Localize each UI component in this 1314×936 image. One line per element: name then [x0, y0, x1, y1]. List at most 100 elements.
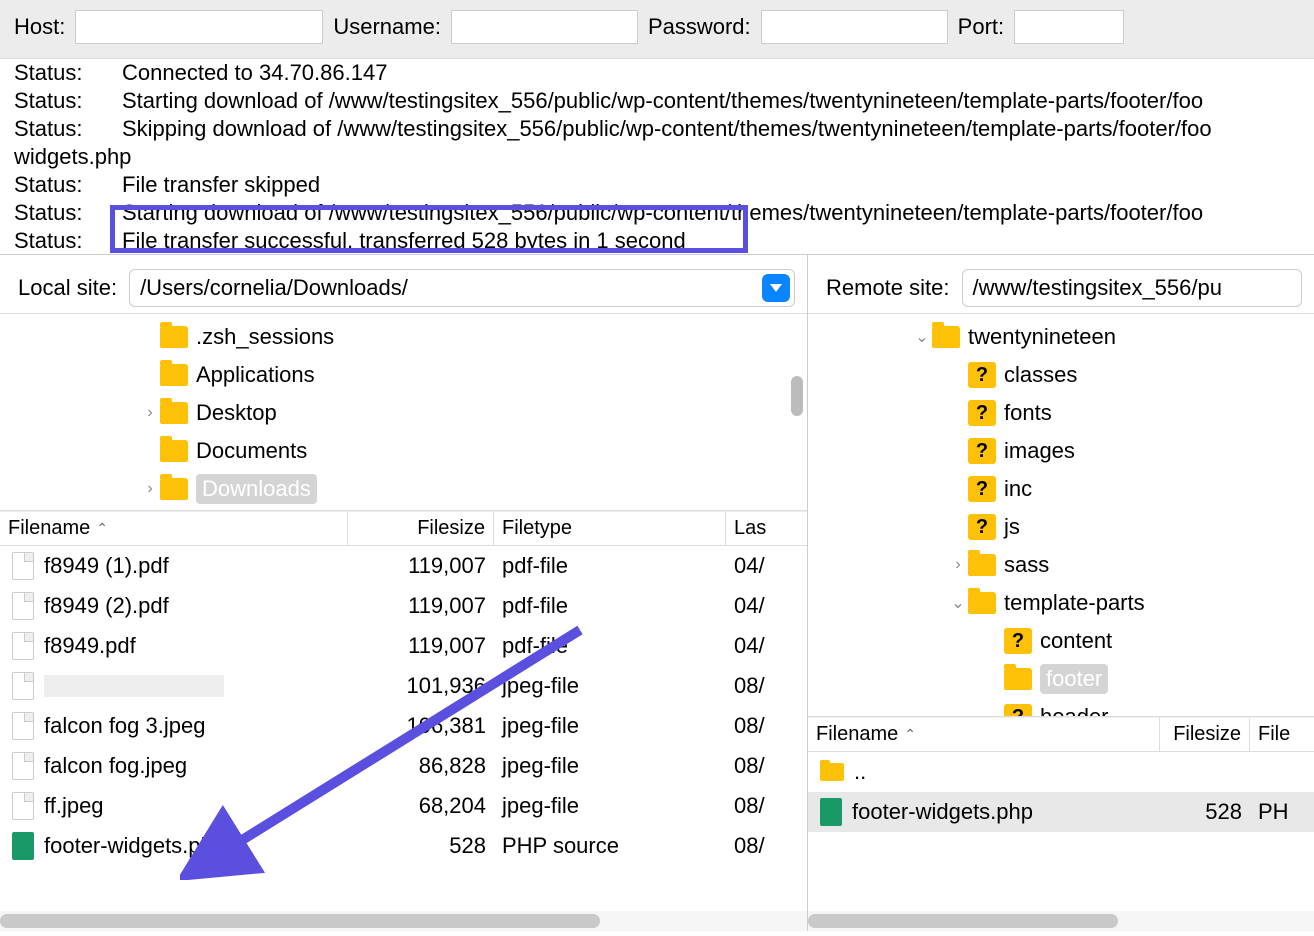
col-filename[interactable]: Filename⌃ — [0, 512, 348, 545]
log-label: Status: — [14, 59, 122, 87]
tree-item[interactable]: ?fonts — [808, 394, 1314, 432]
disclosure-icon[interactable]: › — [140, 480, 160, 498]
local-path-combo[interactable]: /Users/cornelia/Downloads/ — [129, 269, 795, 307]
file-size: 68,204 — [348, 793, 494, 819]
file-row[interactable]: .. — [808, 752, 1314, 792]
local-file-list[interactable]: Filename⌃ Filesize Filetype Las f8949 (1… — [0, 511, 807, 931]
scrollbar-thumb[interactable] — [791, 376, 803, 416]
tree-item[interactable]: Documents — [0, 432, 807, 470]
col-filetype[interactable]: File — [1250, 718, 1314, 751]
password-input[interactable] — [761, 10, 948, 44]
host-input[interactable] — [75, 10, 323, 44]
remote-list-header[interactable]: Filename⌃ Filesize File — [808, 718, 1314, 752]
file-icon — [12, 632, 34, 660]
file-size: 86,828 — [348, 753, 494, 779]
tree-item[interactable]: Applications — [0, 356, 807, 394]
file-type: pdf-file — [494, 593, 726, 619]
folder-icon — [160, 478, 188, 500]
port-input[interactable] — [1014, 10, 1124, 44]
tree-item[interactable]: ?images — [808, 432, 1314, 470]
file-row[interactable]: 101,936jpeg-file08/ — [0, 666, 807, 706]
folder-icon — [820, 763, 844, 781]
log-text: Skipping download of /www/testingsitex_5… — [122, 115, 1212, 143]
log-line: Status:File transfer successful, transfe… — [14, 227, 1300, 255]
file-name: falcon fog.jpeg — [44, 753, 187, 779]
file-type: jpeg-file — [494, 793, 726, 819]
tree-item[interactable]: ?js — [808, 508, 1314, 546]
remote-path-text: /www/testingsitex_556/pu — [973, 275, 1222, 301]
username-label: Username: — [333, 14, 441, 40]
remote-site-label: Remote site: — [826, 275, 950, 301]
tree-item[interactable]: ?inc — [808, 470, 1314, 508]
file-row[interactable]: f8949 (2).pdf119,007pdf-file04/ — [0, 586, 807, 626]
file-size: 119,007 — [348, 593, 494, 619]
file-icon — [12, 592, 34, 620]
tree-item[interactable]: ⌄ twentynineteen — [808, 318, 1314, 356]
file-row[interactable]: footer-widgets.php528PH — [808, 792, 1314, 832]
tree-label: Downloads — [196, 474, 317, 504]
remote-path-combo[interactable]: /www/testingsitex_556/pu — [962, 269, 1303, 307]
tree-label: sass — [1004, 552, 1049, 578]
file-row[interactable]: falcon fog 3.jpeg106,381jpeg-file08/ — [0, 706, 807, 746]
tree-item[interactable]: footer — [808, 660, 1314, 698]
remote-tree[interactable]: ⌄ twentynineteen ?classes?fonts?images?inc… — [808, 313, 1314, 717]
disclosure-icon[interactable]: ⌄ — [948, 593, 968, 613]
file-name: .. — [854, 759, 866, 785]
chevron-down-icon[interactable] — [762, 274, 790, 302]
file-row[interactable]: ff.jpeg68,204jpeg-file08/ — [0, 786, 807, 826]
tree-item[interactable]: ?content — [808, 622, 1314, 660]
file-name: ff.jpeg — [44, 793, 104, 819]
log-line: widgets.php — [14, 143, 1300, 171]
file-icon — [12, 672, 34, 700]
tree-label: Documents — [196, 438, 307, 464]
folder-icon — [932, 326, 960, 348]
scrollbar-thumb[interactable] — [808, 914, 1118, 928]
file-icon — [12, 712, 34, 740]
tree-label: twentynineteen — [968, 324, 1116, 350]
disclosure-icon[interactable]: › — [948, 556, 968, 574]
local-tree[interactable]: .zsh_sessionsApplications›Desktop Documen… — [0, 313, 807, 511]
tree-item[interactable]: ?classes — [808, 356, 1314, 394]
log-line: Status:File transfer skipped — [14, 171, 1300, 199]
scrollbar-thumb[interactable] — [0, 914, 600, 928]
file-type: jpeg-file — [494, 713, 726, 739]
tree-item[interactable]: › Downloads — [0, 470, 807, 508]
log-label: Status: — [14, 171, 122, 199]
log-pane: Status:Connected to 34.70.86.147Status:S… — [0, 59, 1314, 255]
file-row[interactable]: f8949.pdf119,007pdf-file04/ — [0, 626, 807, 666]
folder-icon — [968, 554, 996, 576]
tree-item[interactable]: .zsh_sessions — [0, 318, 807, 356]
username-input[interactable] — [451, 10, 638, 44]
disclosure-icon[interactable]: › — [140, 404, 160, 422]
local-site-label: Local site: — [18, 275, 117, 301]
tree-label: classes — [1004, 362, 1077, 388]
col-filesize[interactable]: Filesize — [1160, 718, 1250, 751]
log-text: Starting download of /www/testingsitex_5… — [122, 199, 1203, 227]
disclosure-icon[interactable]: ⌄ — [912, 327, 932, 347]
col-filename[interactable]: Filename⌃ — [808, 718, 1160, 751]
file-name: falcon fog 3.jpeg — [44, 713, 205, 739]
file-lastmod: 08/ — [726, 753, 807, 779]
file-size: 101,936 — [348, 673, 494, 699]
log-line: Status:Connected to 34.70.86.147 — [14, 59, 1300, 87]
remote-file-list[interactable]: Filename⌃ Filesize File .. footer-widgets… — [808, 717, 1314, 931]
tree-label: js — [1004, 514, 1020, 540]
hscroll-track[interactable] — [0, 911, 807, 931]
tree-item[interactable]: › sass — [808, 546, 1314, 584]
local-list-header[interactable]: Filename⌃ Filesize Filetype Las — [0, 512, 807, 546]
col-filesize[interactable]: Filesize — [348, 512, 494, 545]
folder-icon — [160, 364, 188, 386]
folder-icon — [968, 592, 996, 614]
tree-item[interactable]: ›Desktop — [0, 394, 807, 432]
tree-label: footer — [1040, 664, 1108, 694]
file-row[interactable]: f8949 (1).pdf119,007pdf-file04/ — [0, 546, 807, 586]
file-lastmod: 04/ — [726, 593, 807, 619]
tree-item[interactable]: ⌄template-parts — [808, 584, 1314, 622]
file-row[interactable]: falcon fog.jpeg86,828jpeg-file08/ — [0, 746, 807, 786]
col-filetype[interactable]: Filetype — [494, 512, 726, 545]
file-row[interactable]: footer-widgets.php528PHP source08/ — [0, 826, 807, 866]
hscroll-track[interactable] — [808, 911, 1314, 931]
tree-item[interactable]: ?header — [808, 698, 1314, 717]
col-lastmod[interactable]: Las — [726, 512, 807, 545]
sort-asc-icon: ⌃ — [904, 726, 916, 743]
